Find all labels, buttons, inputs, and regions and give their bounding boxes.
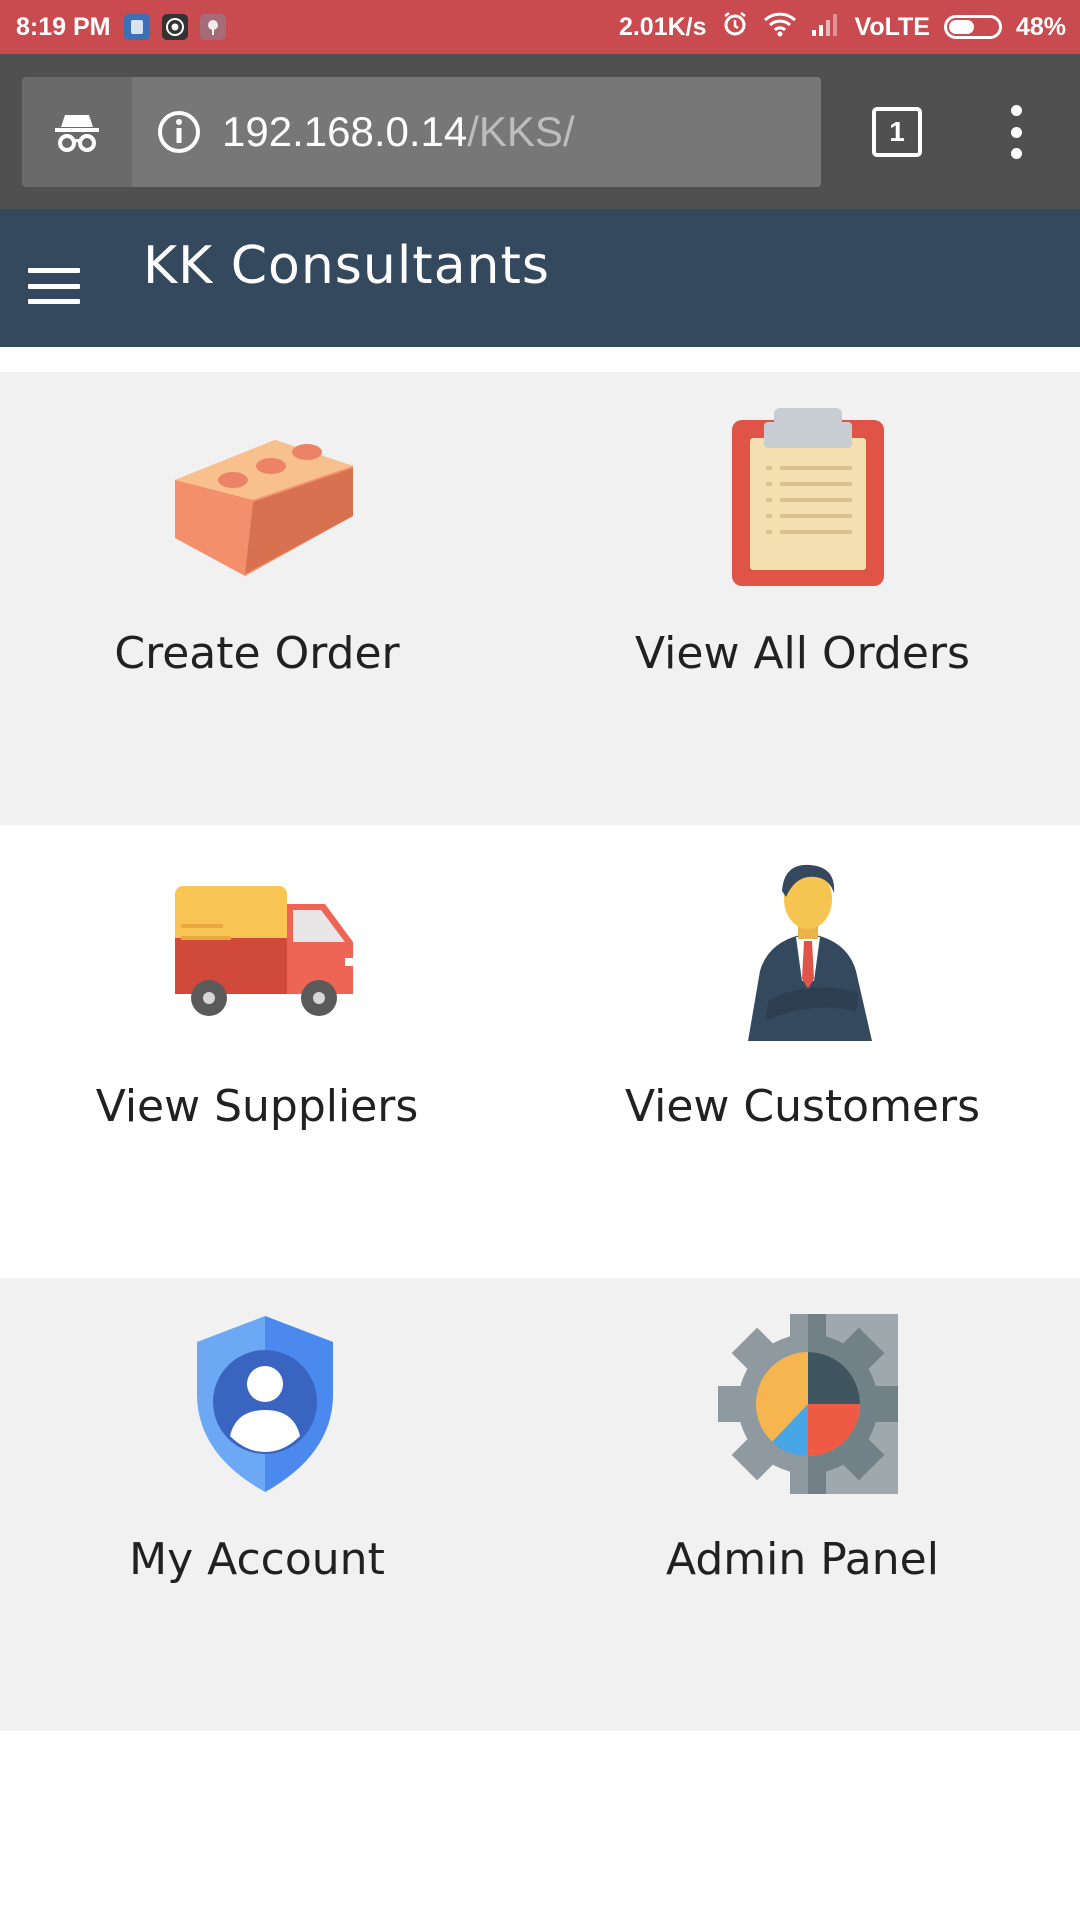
view-suppliers-tile[interactable]: View Suppliers xyxy=(0,825,540,1278)
dashboard-grid: Create Order View All Orders View Suppli… xyxy=(0,372,1080,1731)
account-shield-icon xyxy=(175,1314,355,1494)
incognito-icon[interactable] xyxy=(22,77,132,187)
gear-chart-icon xyxy=(718,1314,898,1494)
hamburger-icon[interactable] xyxy=(28,268,80,304)
wifi-icon xyxy=(763,11,797,44)
businessman-icon xyxy=(718,861,898,1041)
admin-panel-tile[interactable]: Admin Panel xyxy=(540,1278,1080,1731)
tab-count: 1 xyxy=(889,116,905,147)
tile-label: Create Order xyxy=(114,628,400,679)
network-type: VoLTE xyxy=(854,12,930,41)
tile-label: Admin Panel xyxy=(666,1534,939,1585)
tile-label: View Customers xyxy=(624,1081,981,1132)
app-title: KK Consultants xyxy=(143,236,550,296)
battery-fill xyxy=(948,20,974,34)
battery-percent: 48% xyxy=(1015,12,1066,41)
tile-label: My Account xyxy=(129,1534,385,1585)
url-host: 192.168.0.14 xyxy=(222,108,468,155)
tile-row: View Suppliers View Customers xyxy=(0,825,1080,1278)
url-path: /KKS/ xyxy=(467,108,575,155)
truck-icon xyxy=(175,861,355,1041)
view-customers-tile[interactable]: View Customers xyxy=(540,825,1080,1278)
notification-pin-icon xyxy=(200,14,227,40)
notification-app-icon xyxy=(124,14,151,40)
signal-icon xyxy=(811,12,841,43)
network-speed: 2.01K/s xyxy=(618,12,707,41)
view-all-orders-tile[interactable]: View All Orders xyxy=(540,372,1080,825)
status-time: 8:19 PM xyxy=(16,12,111,41)
more-vert-icon[interactable] xyxy=(1000,105,1032,159)
tile-row: Create Order View All Orders xyxy=(0,372,1080,825)
clipboard-icon xyxy=(718,408,898,588)
url-bar[interactable]: 192.168.0.14/KKS/ xyxy=(132,77,821,187)
tile-label: View All Orders xyxy=(635,628,970,679)
status-bar: 8:19 PM 2.01K/s VoLTE 48% xyxy=(0,0,1080,54)
info-icon[interactable] xyxy=(156,109,202,155)
create-order-tile[interactable]: Create Order xyxy=(0,372,540,825)
tile-label: View Suppliers xyxy=(95,1081,419,1132)
chrome-icon xyxy=(162,14,189,40)
alarm-icon xyxy=(721,10,749,45)
my-account-tile[interactable]: My Account xyxy=(0,1278,540,1731)
tabs-icon[interactable]: 1 xyxy=(872,107,922,157)
tile-row: My Account Admin Panel xyxy=(0,1278,1080,1731)
brick-icon xyxy=(175,408,355,588)
battery-icon xyxy=(943,15,1002,39)
